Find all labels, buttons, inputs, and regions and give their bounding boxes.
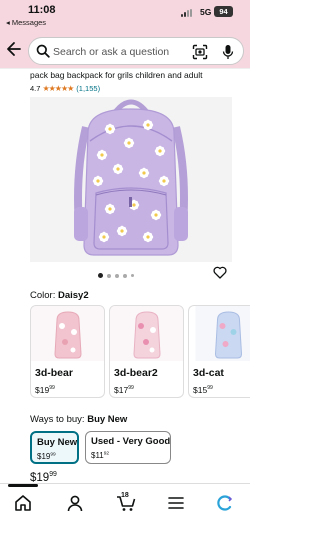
signal-icon [181, 9, 195, 17]
variant-price: $1599 [193, 385, 213, 395]
variant-name: 3d-cat [193, 367, 224, 379]
variant-card-3d-bear2[interactable]: 3d-bear2 $1799 [109, 305, 184, 398]
star-rating-icon: ★★★★★ [42, 84, 74, 93]
account-icon[interactable] [65, 494, 85, 512]
heart-icon[interactable] [213, 266, 227, 279]
carousel-dot[interactable] [107, 273, 111, 278]
variant-name: 3d-bear2 [114, 367, 158, 379]
image-carousel-dots[interactable] [98, 273, 134, 278]
ways-to-buy-label: Ways to buy: Buy New [30, 414, 127, 425]
product-title[interactable]: pack bag backpack for grils children and… [30, 70, 248, 80]
variant-thumbnail [195, 306, 250, 361]
network-label: 5G [200, 7, 212, 17]
carousel-dot[interactable] [98, 273, 103, 278]
camera-scan-icon[interactable] [192, 44, 208, 60]
selected-color: Daisy2 [57, 290, 89, 301]
status-time: 11:08 [28, 4, 56, 16]
variant-price: $1999 [35, 385, 55, 395]
variant-price: $1799 [114, 385, 134, 395]
option-price: $1999 [37, 452, 56, 461]
ways-to-buy-prefix: Ways to buy: [30, 414, 85, 425]
variant-thumbnail [110, 306, 183, 361]
variant-name: 3d-bear [35, 367, 73, 379]
variant-thumbnail [31, 306, 104, 361]
review-count-link[interactable]: (1,155) [76, 84, 100, 93]
product-summary: pack bag backpack for grils children and… [0, 68, 250, 98]
color-label: Color: Daisy2 [30, 290, 89, 301]
color-label-prefix: Color: [30, 290, 56, 301]
cart-button[interactable]: 18 [116, 492, 136, 512]
bottom-nav: 18 [0, 483, 250, 540]
rating-row[interactable]: 4.7 ★★★★★ (1,155) [30, 83, 100, 94]
rating-value: 4.7 [30, 84, 41, 93]
variant-card-3d-cat[interactable]: 3d-cat $1599 [188, 305, 250, 398]
active-tab-indicator [8, 484, 38, 487]
carousel-dot[interactable] [123, 273, 127, 278]
home-icon[interactable] [13, 494, 33, 512]
used-very-good-option[interactable]: Used - Very Good $1192 [85, 431, 171, 464]
back-to-messages-link[interactable]: ◂ Messages [6, 18, 46, 27]
ways-to-buy-selected: Buy New [87, 414, 128, 425]
variant-card-3d-bear[interactable]: 3d-bear $1999 [30, 305, 105, 398]
option-price: $1192 [91, 451, 110, 460]
rufus-icon[interactable] [215, 494, 235, 512]
search-bar[interactable] [28, 37, 244, 65]
cart-count: 18 [121, 492, 129, 499]
search-input[interactable] [53, 44, 193, 60]
search-header [0, 34, 250, 68]
back-arrow-icon[interactable] [6, 40, 22, 58]
microphone-icon[interactable] [222, 44, 234, 60]
carousel-dot[interactable] [115, 273, 119, 278]
buy-new-option[interactable]: Buy New $1999 [30, 431, 79, 464]
carousel-dot[interactable] [131, 274, 134, 277]
status-bar: 11:08 ◂ Messages 5G 94 [0, 0, 250, 34]
option-label: Used - Very Good [91, 436, 171, 447]
menu-icon[interactable] [166, 494, 186, 512]
backpack-image [74, 99, 188, 256]
magnifier-icon [36, 44, 50, 58]
battery-icon: 94 [214, 6, 233, 17]
option-label: Buy New [37, 437, 78, 448]
product-image[interactable] [30, 97, 232, 262]
